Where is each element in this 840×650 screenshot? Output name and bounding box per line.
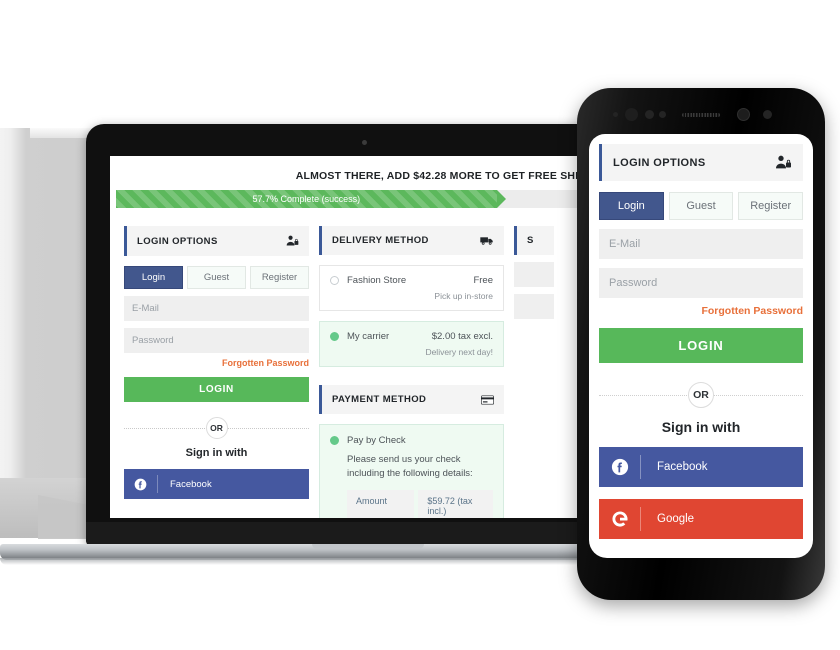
payment-method-title: PAYMENT METHOD [332, 394, 427, 405]
google-glyph [611, 511, 628, 527]
delivery-option-row[interactable]: My carrier $2.00 tax excl. Delivery next… [319, 321, 504, 367]
radio-selected-icon[interactable] [330, 332, 339, 341]
sign-in-with-label: Sign in with [185, 447, 248, 459]
login-options-header: LOGIN OPTIONS [124, 226, 309, 256]
tab-guest[interactable]: Guest [187, 266, 246, 289]
login-tabs: Login Guest Register [124, 266, 309, 289]
scene: ALMOST THERE, ADD $42.28 MORE TO GET FRE… [0, 0, 840, 650]
summary-title: S [527, 235, 534, 246]
phone-front-camera-icon [625, 108, 638, 121]
login-options-panel: LOGIN OPTIONS Login Guest Register E-Mai… [124, 226, 309, 499]
delivery-option-row[interactable]: Fashion Store Free Pick up in-store [319, 265, 504, 311]
google-login-button[interactable]: Google [599, 499, 803, 539]
delivery-option-main: Fashion Store Free [330, 275, 493, 286]
google-icon [599, 507, 641, 531]
tab-login[interactable]: Login [124, 266, 183, 289]
or-divider: OR [599, 382, 803, 408]
payment-method-header: PAYMENT METHOD [319, 385, 504, 414]
or-label: OR [205, 417, 228, 439]
facebook-icon [124, 475, 158, 493]
payment-detail-key: Amount [347, 489, 415, 518]
laptop-device: ALMOST THERE, ADD $42.28 MORE TO GET FRE… [0, 124, 736, 568]
payment-details-table: Amount $59.72 (tax incl.) [347, 489, 493, 518]
tab-login[interactable]: Login [599, 192, 664, 220]
user-lock-glyph [286, 235, 299, 246]
facebook-glyph [134, 478, 147, 490]
radio-selected-icon[interactable] [330, 436, 339, 445]
forgotten-password-link[interactable]: Forgotten Password [124, 358, 309, 368]
mobile-login-tabs: Login Guest Register [599, 192, 804, 220]
delivery-option-main: My carrier $2.00 tax excl. [330, 331, 493, 342]
user-lock-icon [775, 155, 792, 170]
google-label: Google [657, 513, 695, 525]
email-input[interactable]: E-Mail [599, 229, 803, 259]
delivery-method-title: DELIVERY METHOD [332, 235, 429, 246]
user-lock-icon [286, 235, 299, 247]
facebook-glyph [611, 458, 628, 476]
delivery-option-left: My carrier [330, 331, 389, 342]
delivery-option-name: My carrier [347, 331, 390, 342]
radio-icon[interactable] [330, 276, 339, 285]
password-input[interactable]: Password [124, 328, 309, 353]
phone-device: LOGIN OPTIONS Login Guest Register E-Mai… [577, 88, 825, 600]
email-input[interactable]: E-Mail [124, 296, 309, 321]
phone-sensor-dot [645, 110, 654, 119]
tab-register[interactable]: Register [250, 266, 309, 289]
phone-sensor-dot [659, 111, 666, 118]
payment-instructions: Please send us your check including the … [347, 454, 473, 479]
delivery-option-left: Fashion Store [330, 275, 406, 286]
delivery-payment-column: DELIVERY METHOD Fashion Store Free Pick … [319, 226, 504, 518]
payment-option-name: Pay by Check [347, 435, 406, 446]
delivery-option-name: Fashion Store [347, 275, 407, 286]
phone-sensor-dot [763, 110, 772, 119]
facebook-icon [599, 455, 641, 479]
forgotten-password-link[interactable]: Forgotten Password [599, 305, 803, 317]
summary-row [514, 294, 554, 319]
password-input[interactable]: Password [599, 268, 803, 298]
webcam-icon [362, 140, 367, 145]
or-label: OR [688, 382, 714, 408]
progress-track: 57.7% Complete (success) [116, 190, 612, 208]
delivery-option-price: Free [473, 275, 493, 286]
truck-icon [480, 235, 494, 246]
delivery-option-subtitle: Delivery next day! [425, 347, 493, 357]
tab-guest[interactable]: Guest [668, 192, 734, 220]
summary-panel: S [514, 226, 554, 319]
truck-glyph [480, 237, 493, 245]
user-lock-glyph [776, 155, 791, 169]
progress-wrapper: 57.7% Complete (success) [110, 190, 618, 208]
laptop-screen: ALMOST THERE, ADD $42.28 MORE TO GET FRE… [110, 156, 618, 518]
facebook-label: Facebook [657, 461, 708, 473]
tab-register[interactable]: Register [738, 192, 804, 220]
mobile-login-page: LOGIN OPTIONS Login Guest Register E-Mai… [589, 134, 813, 549]
payment-option-row[interactable]: Pay by Check Please send us your check i… [319, 424, 504, 518]
delivery-option-price: $2.00 tax excl. [431, 331, 493, 342]
phone-sensor-dot [613, 112, 618, 117]
login-button[interactable]: LOGIN [124, 377, 309, 402]
sign-in-with-label: Sign in with [661, 419, 741, 435]
checkout-columns: LOGIN OPTIONS Login Guest Register E-Mai… [110, 208, 618, 518]
checkout-page: ALMOST THERE, ADD $42.28 MORE TO GET FRE… [110, 156, 618, 518]
delivery-method-header: DELIVERY METHOD [319, 226, 504, 255]
login-button[interactable]: LOGIN [599, 328, 803, 363]
facebook-login-button[interactable]: Facebook [599, 447, 803, 487]
login-options-title: LOGIN OPTIONS [137, 235, 218, 247]
summary-row [514, 262, 554, 287]
payment-detail-value: $59.72 (tax incl.) [418, 489, 493, 518]
progress-bar: 57.7% Complete (success) [116, 190, 506, 208]
credit-card-glyph [481, 394, 494, 405]
phone-screen: LOGIN OPTIONS Login Guest Register E-Mai… [589, 134, 813, 558]
mobile-login-title: LOGIN OPTIONS [613, 156, 706, 169]
mobile-login-header: LOGIN OPTIONS [599, 144, 803, 181]
facebook-login-button[interactable]: Facebook [124, 469, 309, 499]
facebook-label: Facebook [170, 478, 212, 490]
phone-earpiece-speaker [682, 113, 720, 117]
payment-option-main: Pay by Check [330, 435, 493, 446]
delivery-option-subtitle: Pick up in-store [434, 291, 493, 301]
free-shipping-notice: ALMOST THERE, ADD $42.28 MORE TO GET FRE… [295, 170, 612, 182]
phone-iris-scanner-icon [737, 108, 750, 121]
or-divider: OR [124, 417, 309, 439]
summary-header: S [514, 226, 554, 255]
credit-card-icon [481, 394, 494, 405]
